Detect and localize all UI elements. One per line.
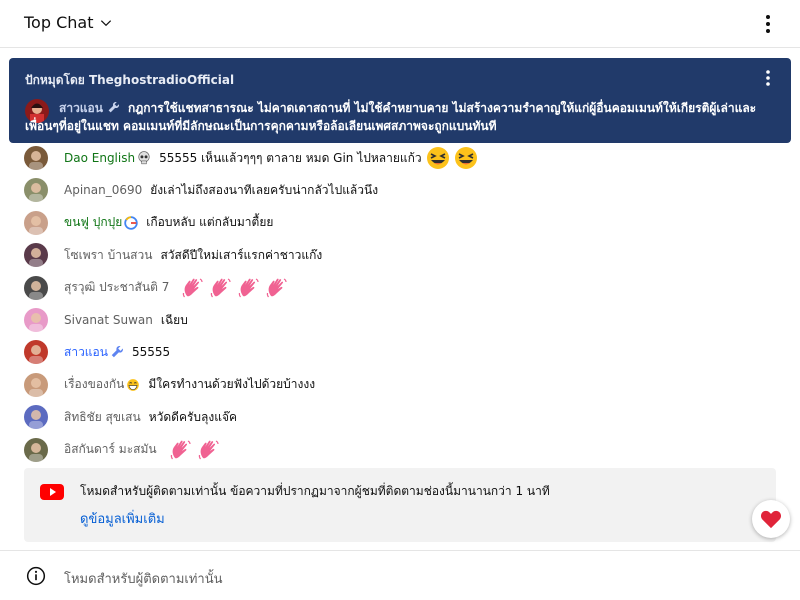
chat-mode-dropdown[interactable]: Top Chat	[24, 13, 113, 32]
message-author[interactable]: โซเพรา บ้านสวน	[64, 246, 152, 265]
laughing-emoji-icon	[454, 146, 478, 170]
reaction-heart-button[interactable]	[752, 500, 790, 538]
message-author[interactable]: สิทธิชัย สุขเสน	[64, 408, 141, 427]
wave-emoji-icon	[265, 276, 289, 300]
message-author[interactable]: ขนฟู ปุกปุย	[64, 213, 138, 232]
notice-text: โหมดสำหรับผู้ติดตามเท่านั้น ข้อความที่ปร…	[80, 484, 550, 498]
wrench-icon	[108, 101, 120, 113]
chat-mode-label: Top Chat	[24, 13, 94, 32]
message-author[interactable]: สุรวุฒิ ประชาสันติ 7	[64, 278, 169, 297]
wave-emoji-icon	[169, 438, 193, 462]
message-author[interactable]: อิสกันดาร์ มะสมัน	[64, 440, 157, 459]
footer-mode-text: โหมดสำหรับผู้ติดตามเท่านั้น	[64, 572, 223, 587]
pinned-more-button[interactable]	[759, 68, 777, 88]
youtube-logo-icon	[40, 484, 64, 500]
wave-emoji-icon	[237, 276, 261, 300]
more-vert-icon	[766, 15, 770, 33]
laughing-emoji-icon	[426, 146, 450, 170]
avatar[interactable]	[24, 243, 48, 268]
skull-emoji-icon	[138, 151, 150, 165]
message-text: มีใครทำงานด้วยฟังไปด้วยบ้างงง	[148, 377, 316, 392]
pinned-message-text: สาวแอน กฎการใช้แชทสาธารณะ ไม่คาดเดาสถานที…	[25, 99, 765, 135]
avatar[interactable]	[24, 437, 48, 462]
message-author[interactable]: เรื่องของกัน	[64, 375, 140, 394]
avatar[interactable]	[24, 340, 48, 365]
more-options-button[interactable]	[756, 12, 780, 36]
more-vert-icon	[766, 70, 770, 86]
message-author[interactable]: สาวแอน	[64, 343, 124, 362]
subscribers-only-notice: โหมดสำหรับผู้ติดตามเท่านั้น ข้อความที่ปร…	[24, 468, 776, 542]
avatar[interactable]	[24, 275, 48, 300]
pinned-text-body: กฎการใช้แชทสาธารณะ ไม่คาดเดาสถานที่ ไม่ใ…	[25, 101, 757, 133]
grin-emoji-icon	[127, 378, 140, 391]
chat-message: Dao English 55555 เห็นแล้วๆๆๆ ตาลาย หมด G…	[24, 144, 478, 172]
wrench-icon	[111, 346, 123, 358]
message-text: 55555 เห็นแล้วๆๆๆ ตาลาย หมด Gin ไปหลายแก…	[159, 150, 422, 165]
wave-emoji-icon	[209, 276, 233, 300]
message-text: สวัสดีปีใหม่เสาร์แรกค่าชาวแก๊ง	[160, 247, 323, 262]
info-icon[interactable]	[26, 566, 46, 586]
avatar[interactable]	[24, 146, 48, 170]
chat-message: โซเพรา บ้านสวน สวัสดีปีใหม่เสาร์แรกค่าชาว…	[24, 241, 322, 269]
avatar[interactable]	[24, 308, 48, 332]
wave-emoji-icon	[197, 438, 221, 462]
chat-message: Apinan_0690 ยังเล่าไม่ถึงสองนาทีเลยครับน่…	[24, 176, 378, 204]
message-text: เฉียบ	[160, 312, 188, 327]
message-author[interactable]: Apinan_0690	[64, 183, 142, 197]
pinned-message: ปักหมุดโดย TheghostradioOfficial สาวแอนก…	[9, 58, 791, 143]
message-author[interactable]: Dao English	[64, 151, 151, 166]
pinned-by-label: ปักหมุดโดย TheghostradioOfficial	[25, 73, 235, 87]
chevron-down-icon	[101, 19, 112, 26]
chat-message: เรื่องของกัน มีใครทำงานด้วยฟังไปด้วยบ้างง…	[24, 371, 315, 399]
g-emoji-icon	[124, 216, 138, 230]
heart-icon	[760, 510, 782, 529]
chat-message: สิทธิชัย สุขเสน หวัดดีครับลุงแจ๊ค	[24, 403, 237, 431]
chat-header: Top Chat	[0, 0, 800, 48]
avatar[interactable]	[24, 405, 48, 430]
message-text: 55555	[131, 345, 171, 360]
chat-message: ขนฟู ปุกปุย เกือบหลับ แต่กลับมาตื้ยย	[24, 209, 273, 237]
pinned-author[interactable]: สาวแอน	[59, 101, 103, 115]
learn-more-link[interactable]: ดูข้อมูลเพิ่มเติม	[80, 508, 165, 529]
wave-emoji-icon	[181, 276, 205, 300]
chat-message: สาวแอน 55555	[24, 338, 170, 366]
chat-message: อิสกันดาร์ มะสมัน	[24, 436, 221, 464]
message-text: เกือบหลับ แต่กลับมาตื้ยย	[146, 215, 274, 230]
avatar[interactable]	[24, 178, 48, 203]
avatar[interactable]	[24, 210, 48, 235]
avatar[interactable]	[24, 372, 48, 397]
message-text: ยังเล่าไม่ถึงสองนาทีเลยครับน่ากลัวไปแล้ว…	[150, 182, 379, 197]
message-author[interactable]: Sivanat Suwan	[64, 313, 153, 327]
chat-message: สุรวุฒิ ประชาสันติ 7	[24, 274, 289, 302]
message-text: หวัดดีครับลุงแจ๊ค	[148, 409, 238, 424]
chat-footer: โหมดสำหรับผู้ติดตามเท่านั้น	[0, 550, 800, 600]
chat-message: Sivanat Suwan เฉียบ	[24, 306, 188, 334]
